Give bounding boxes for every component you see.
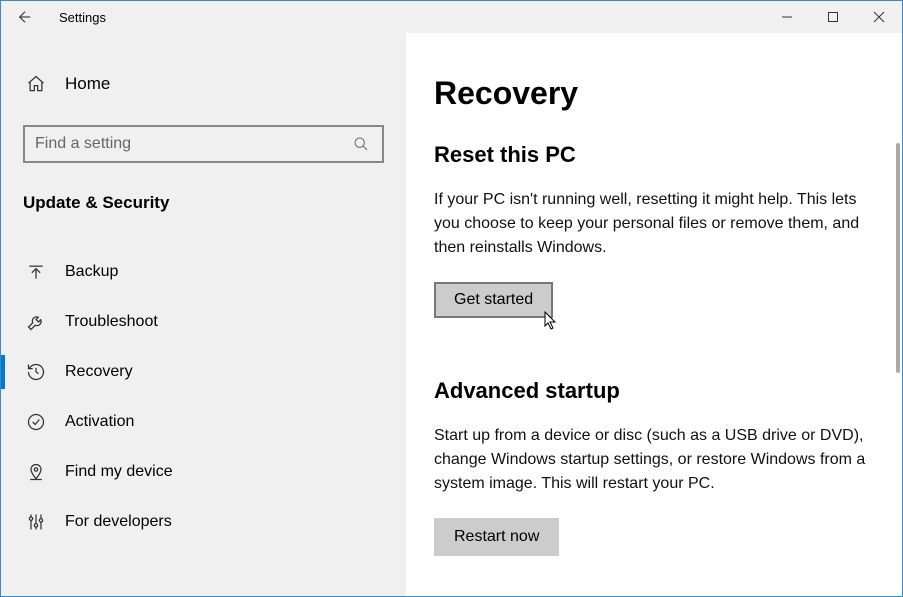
window-controls [764, 1, 902, 33]
back-button[interactable] [1, 1, 49, 33]
titlebar: Settings [1, 1, 902, 33]
scrollbar[interactable] [896, 143, 900, 373]
sidebar-item-troubleshoot[interactable]: Troubleshoot [23, 297, 384, 347]
sidebar: Home Update & Security Backup Troublesho… [1, 33, 406, 596]
home-label: Home [65, 74, 110, 94]
wrench-icon [25, 311, 47, 333]
sidebar-item-recovery[interactable]: Recovery [23, 347, 384, 397]
home-icon [25, 73, 47, 95]
search-input[interactable] [35, 135, 350, 153]
section-advanced-title: Advanced startup [434, 378, 872, 404]
sidebar-item-find-device[interactable]: Find my device [23, 447, 384, 497]
content-pane: Recovery Reset this PC If your PC isn't … [406, 33, 902, 596]
sliders-icon [25, 511, 47, 533]
search-icon [350, 133, 372, 155]
history-icon [25, 361, 47, 383]
sidebar-item-label: For developers [65, 513, 172, 531]
window-title: Settings [49, 10, 106, 25]
sidebar-item-label: Troubleshoot [65, 313, 158, 331]
category-title: Update & Security [23, 193, 384, 213]
get-started-button[interactable]: Get started [434, 282, 553, 318]
sidebar-item-label: Backup [65, 263, 118, 281]
arrow-left-icon [14, 6, 36, 28]
section-reset-title: Reset this PC [434, 142, 872, 168]
section-advanced-desc: Start up from a device or disc (such as … [434, 424, 872, 496]
check-circle-icon [25, 411, 47, 433]
restart-now-button[interactable]: Restart now [434, 518, 559, 556]
sidebar-item-backup[interactable]: Backup [23, 247, 384, 297]
sidebar-item-label: Find my device [65, 463, 173, 481]
search-box[interactable] [23, 125, 384, 163]
maximize-button[interactable] [810, 1, 856, 33]
sidebar-item-activation[interactable]: Activation [23, 397, 384, 447]
sidebar-item-label: Activation [65, 413, 134, 431]
section-reset-desc: If your PC isn't running well, resetting… [434, 188, 872, 260]
home-nav[interactable]: Home [23, 73, 384, 95]
minimize-button[interactable] [764, 1, 810, 33]
sidebar-item-developers[interactable]: For developers [23, 497, 384, 547]
backup-icon [25, 261, 47, 283]
close-button[interactable] [856, 1, 902, 33]
sidebar-item-label: Recovery [65, 363, 133, 381]
page-title: Recovery [434, 75, 872, 112]
location-icon [25, 461, 47, 483]
container: Home Update & Security Backup Troublesho… [1, 33, 902, 596]
